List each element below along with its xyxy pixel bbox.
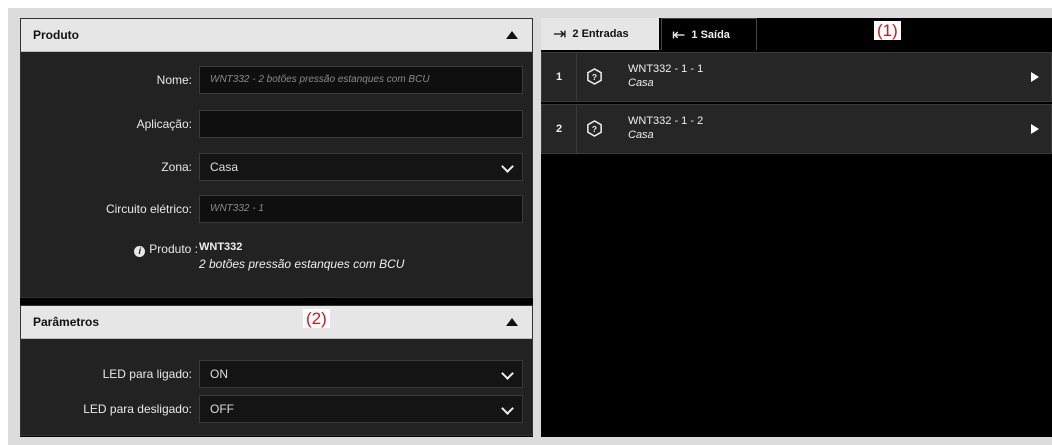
product-info-row: i Produto : WNT332 2 botões pressão estan… — [21, 235, 532, 275]
produto-panel-title: Produto — [33, 28, 79, 42]
play-arrow-icon[interactable] — [1031, 124, 1039, 134]
chevron-down-icon — [501, 367, 514, 380]
entry-subtitle: Casa — [628, 77, 654, 89]
question-shield-icon: ? — [587, 120, 602, 137]
collapse-up-icon[interactable] — [506, 31, 518, 39]
svg-text:?: ? — [592, 124, 597, 134]
led-off-select[interactable]: OFF — [199, 395, 523, 423]
nome-input[interactable]: WNT332 - 2 botões pressão estanques com … — [199, 66, 523, 94]
led-on-row: LED para ligado: ON — [21, 360, 532, 388]
chevron-down-icon — [501, 402, 514, 415]
svg-text:?: ? — [592, 72, 597, 82]
led-on-select[interactable]: ON — [199, 360, 523, 388]
left-column: Produto Nome: WNT332 - 2 botões pressão … — [20, 18, 533, 437]
led-off-value: OFF — [210, 402, 234, 416]
chevron-down-icon — [501, 160, 514, 173]
annotation-2: (2) — [303, 309, 330, 328]
entry-subtitle: Casa — [628, 129, 654, 141]
led-off-label: LED para desligado: — [83, 402, 192, 416]
parametros-panel-header[interactable]: Parâmetros — [21, 306, 532, 339]
collapse-up-icon[interactable] — [506, 318, 518, 326]
info-icon: i — [134, 246, 146, 257]
tab-saida-label: 1 Saída — [691, 28, 730, 41]
tab-entradas[interactable]: ⇥ 2 Entradas — [541, 18, 659, 50]
produto-panel-header[interactable]: Produto — [21, 19, 532, 52]
entry-index: 2 — [542, 105, 577, 153]
zona-select[interactable]: Casa — [199, 153, 523, 181]
play-arrow-icon[interactable] — [1031, 72, 1039, 82]
product-code: WNT332 — [199, 241, 243, 253]
right-column: ⇥ 2 Entradas ⇤ 1 Saída 1 ? WNT332 - 1 - … — [541, 18, 1052, 437]
nome-row: Nome: WNT332 - 2 botões pressão estanque… — [21, 66, 532, 94]
product-info-label-wrap: i Produto : — [96, 235, 198, 263]
entry-row[interactable]: 1 ? WNT332 - 1 - 1 Casa — [541, 52, 1052, 102]
product-info-label: Produto : — [149, 242, 198, 256]
aplicacao-row: Aplicação: — [21, 110, 532, 138]
led-on-label: LED para ligado: — [102, 367, 192, 381]
annotation-1: (1) — [874, 21, 901, 40]
zona-select-value: Casa — [210, 160, 239, 174]
output-arrow-icon: ⇤ — [672, 26, 686, 44]
tab-saida[interactable]: ⇤ 1 Saída — [661, 18, 757, 50]
entry-title: WNT332 - 1 - 1 — [628, 63, 704, 75]
entry-index: 1 — [542, 53, 577, 101]
product-info-value: WNT332 2 botões pressão estanques com BC… — [199, 241, 404, 271]
nome-label: Nome: — [156, 73, 192, 87]
produto-panel: Produto Nome: WNT332 - 2 botões pressão … — [20, 18, 533, 298]
led-on-value: ON — [210, 367, 228, 381]
zona-label: Zona: — [161, 160, 192, 174]
input-arrow-icon: ⇥ — [553, 26, 567, 43]
circuito-label: Circuito elétrico: — [105, 202, 192, 216]
aplicacao-label: Aplicação: — [136, 117, 192, 131]
led-off-row: LED para desligado: OFF — [21, 395, 532, 423]
tab-entradas-label: 2 Entradas — [572, 28, 629, 40]
aplicacao-input[interactable] — [199, 110, 523, 138]
parametros-panel: Parâmetros LED para ligado: ON LED para … — [20, 305, 533, 436]
entry-row[interactable]: 2 ? WNT332 - 1 - 2 Casa — [541, 104, 1052, 154]
circuito-input[interactable]: WNT332 - 1 — [199, 195, 523, 223]
question-shield-icon: ? — [587, 68, 602, 85]
parametros-panel-title: Parâmetros — [33, 315, 100, 329]
circuito-row: Circuito elétrico: WNT332 - 1 — [21, 195, 532, 223]
zona-row: Zona: Casa — [21, 153, 532, 181]
product-description: 2 botões pressão estanques com BCU — [199, 257, 405, 271]
entry-title: WNT332 - 1 - 2 — [628, 115, 704, 127]
io-tabs: ⇥ 2 Entradas ⇤ 1 Saída — [541, 18, 1052, 50]
